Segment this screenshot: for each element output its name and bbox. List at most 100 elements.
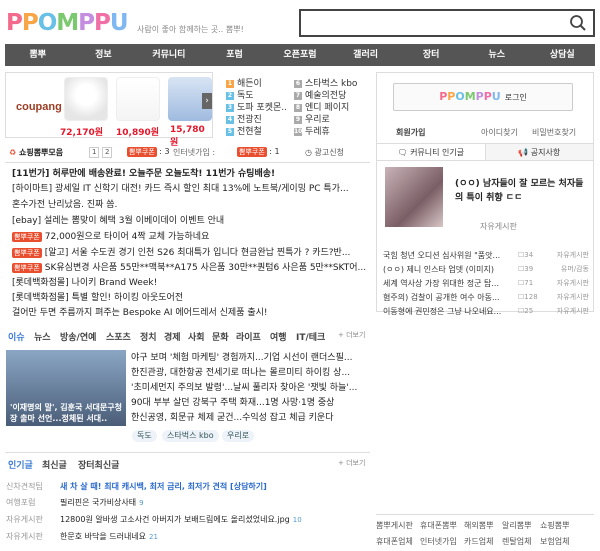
- search-icon[interactable]: [569, 14, 587, 32]
- news-image-caption: '이재명의 말', 김훈국 서대문구청장 출마 선언...정체된 서대..: [10, 403, 122, 423]
- tab-community-popular[interactable]: 🗨 커뮤니티 인기글: [377, 144, 486, 160]
- news-item[interactable]: 한진관광, 대한항공 전세기로 떠나는 몰르미티 하이킹 상...: [131, 367, 371, 380]
- find-password-link[interactable]: 비밀번호찾기: [532, 127, 576, 138]
- login-panel: PPOMPPU 로그인 회원가입 아이디찾기 비밀번호찾기 🗨 커뮤니티 인기글 …: [376, 72, 594, 316]
- shop-internet[interactable]: 인터넷가입 :: [173, 147, 215, 158]
- community-row[interactable]: 세계 역사상 가장 위대한 정군 탑... ☐71 자유게시판: [383, 277, 591, 290]
- search-input[interactable]: [301, 11, 561, 35]
- product-price: 72,170원: [60, 128, 104, 138]
- product-price: 10,890원: [116, 128, 160, 138]
- nav-item-news[interactable]: 뉴스: [464, 44, 530, 66]
- news-item[interactable]: 90대 부부 살던 강북구 주택 화재...1명 사망·1명 중상: [131, 397, 371, 410]
- deal-item[interactable]: [ebay] 설레는 뽐맞이 혜택 3월 이베이데이 이벤트 안내: [12, 215, 372, 228]
- deal-item[interactable]: [롯데백화점몰] 특별 할인! 하이킹 아웃도어전: [12, 292, 372, 305]
- deal-item[interactable]: [11번가] 허루만에 배송완료! 오늘주문 오늘도착! 11번가 슈팅배송!: [12, 168, 372, 181]
- bottom-link[interactable]: 휴대폰뽐뿌: [420, 520, 457, 531]
- keyword-link[interactable]: 5 전현철: [226, 124, 262, 137]
- news-more-link[interactable]: + 더보기: [338, 330, 365, 340]
- featured-post-image[interactable]: [385, 167, 443, 227]
- keyword-tag[interactable]: 독도: [132, 430, 157, 442]
- keyword-tag[interactable]: 스타벅스 kbo: [162, 430, 219, 442]
- deal-item[interactable]: 걸어만 두면 주름까지 펴주는 Bespoke AI 에어드레서 신제품 출시!: [12, 307, 372, 320]
- bottom-link[interactable]: 휴대폰업체: [376, 536, 413, 547]
- nav-item-ppomppu[interactable]: 뽐뿌: [5, 44, 71, 66]
- coupang-ad-banner[interactable]: coupang › 72,170원 10,890원 15,780원: [5, 72, 213, 148]
- community-tabs: 🗨 커뮤니티 인기글 📢 공지사항: [377, 143, 593, 161]
- bottom-link[interactable]: 보험업체: [540, 536, 569, 547]
- bottom-link[interactable]: 뽐뿌게시판: [376, 520, 413, 531]
- bottom-link[interactable]: 알리뽐뿌: [502, 520, 531, 531]
- logo-letter: P: [94, 10, 111, 36]
- tab-society[interactable]: 사회: [188, 330, 205, 343]
- tab-issue[interactable]: 이슈: [8, 330, 25, 343]
- nav-item-community[interactable]: 커뮤니티: [136, 44, 202, 66]
- news-item[interactable]: 야구 보며 '체험 마케팅' 경험까지...기업 시선이 랜더스필...: [131, 352, 371, 365]
- bottom-link[interactable]: 렌탈업체: [502, 536, 531, 547]
- bottom-link[interactable]: 해외뽐뿌: [464, 520, 493, 531]
- news-tabs: 이슈 뉴스 방송/연예 스포츠 정치 경제 사회 문화 라이프 여행 IT/테크…: [8, 330, 370, 344]
- tab-latest[interactable]: 최신글: [42, 458, 67, 471]
- shop-coupon-1[interactable]: 뽐뿌쿠폰 : 3: [127, 147, 170, 157]
- shop-collection-title[interactable]: ♻ 쇼핑뽐뿌모음: [9, 147, 63, 158]
- logo-letter: P: [6, 10, 23, 36]
- ad-apply-link[interactable]: ◷ 광고신청: [305, 147, 344, 158]
- deal-item[interactable]: 혼수가전 난리났음. 진짜 씀.: [12, 199, 372, 212]
- news-item[interactable]: 한신공영, 회문규 체제 굳건...수익성 잡고 체급 키운다: [131, 412, 371, 425]
- community-row[interactable]: 이동형에 권민정은 그냥 나오네요... ☐25 자유게시판: [383, 305, 591, 318]
- news-item[interactable]: '초미세먼지 주의보 발령'...날씨 풀리자 찾아온 '잿빛 하늘'...: [131, 382, 371, 395]
- product-camera-image[interactable]: [64, 77, 108, 121]
- search-box: [299, 9, 595, 37]
- tab-life[interactable]: 라이프: [236, 330, 261, 343]
- logo-letter: P: [78, 10, 95, 36]
- nav-item-market[interactable]: 장터: [398, 44, 464, 66]
- deal-item[interactable]: [롯데백화점몰] 나이키 Brand Week!: [12, 277, 372, 290]
- nav-item-counsel[interactable]: 상담실: [530, 44, 596, 66]
- keyword-tag[interactable]: 우리로: [222, 430, 255, 442]
- nav-item-gallery[interactable]: 갤러리: [333, 44, 399, 66]
- tab-notice[interactable]: 📢 공지사항: [485, 144, 593, 160]
- site-logo[interactable]: PPOMPPU: [6, 8, 129, 38]
- keyword-link[interactable]: 10 두레휴: [294, 124, 330, 137]
- page-1[interactable]: 1: [89, 147, 100, 158]
- bottom-link[interactable]: 인터넷가입: [420, 536, 457, 547]
- community-row[interactable]: 국힘 청년 오디션 심사위원 "품앗... ☐34 자유게시판: [383, 249, 591, 262]
- deal-item[interactable]: 뽐뿌쿠폰 [알고] 서울 수도권 경기 인천 S26 최대특가 입니다 현금완납 …: [12, 247, 372, 260]
- logo-letter: O: [37, 10, 58, 36]
- tab-popular[interactable]: 인기글: [8, 458, 33, 471]
- clock-icon: ◷: [305, 148, 312, 157]
- tab-politics[interactable]: 정치: [140, 330, 157, 343]
- bottom-link[interactable]: 쇼핑뽐뿌: [540, 520, 569, 531]
- nav-item-open-forum[interactable]: 오픈포럼: [267, 44, 333, 66]
- deal-item[interactable]: 뽐뿌쿠폰 SK유심변경 사은품 55만**맥북**A175 사은품 30만**퀀텀…: [12, 262, 372, 275]
- find-id-link[interactable]: 아이디찾기: [481, 127, 518, 138]
- shop-coupon-3[interactable]: 뽐뿌쿠폰 : 1: [237, 147, 280, 157]
- login-button[interactable]: PPOMPPU 로그인: [393, 83, 573, 111]
- hot-more-link[interactable]: + 더보기: [338, 458, 365, 468]
- main-nav: 뽐뿌 정보 커뮤니티 포럼 오픈포럼 갤러리 장터 뉴스 상담실: [5, 44, 595, 66]
- news-image[interactable]: '이재명의 말', 김훈국 서대문구청장 출마 선언...정체된 서대..: [6, 350, 126, 426]
- page-2[interactable]: 2: [102, 147, 113, 158]
- community-row[interactable]: (ㅇㅇ) 제니 인스타 업뎃 (이미지) ☐39 유머/감동: [383, 263, 591, 276]
- logo-letter: P: [21, 10, 39, 36]
- nav-item-forum[interactable]: 포럼: [202, 44, 268, 66]
- site-slogan: 사람이 좋아 함께하는 곳.. 뽐뿌!: [137, 25, 244, 34]
- featured-post-title[interactable]: (ㅇㅇ) 남자들이 잘 모르는 처자들의 특이 취향 ㄷㄷ: [455, 177, 585, 205]
- tab-travel[interactable]: 여행: [270, 330, 287, 343]
- nav-item-info[interactable]: 정보: [71, 44, 137, 66]
- deal-item[interactable]: [하이마트] 광세일 IT 신학기 대전! 카드 즉시 할인 최대 13%에 노…: [12, 183, 372, 196]
- tab-entertainment[interactable]: 방송/연예: [60, 330, 96, 343]
- tab-economy[interactable]: 경제: [164, 330, 181, 343]
- deal-item[interactable]: 뽐뿌쿠폰 72,000원으로 타이어 4짝 교체 가능하네요: [12, 231, 372, 244]
- bottom-link[interactable]: 카드업체: [464, 536, 493, 547]
- tab-it[interactable]: IT/테크: [296, 330, 325, 343]
- tab-culture[interactable]: 문화: [212, 330, 229, 343]
- featured-post-board: 자유게시판: [480, 222, 517, 231]
- community-row[interactable]: 혐주의) 검찰이 공개한 여수 아동... ☐128 자유게시판: [383, 291, 591, 304]
- chevron-right-icon[interactable]: ›: [202, 93, 212, 109]
- signup-link[interactable]: 회원가입: [396, 127, 425, 138]
- chat-icon: 🗨: [397, 148, 408, 157]
- product-diffuser-image[interactable]: [116, 77, 160, 121]
- tab-market-latest[interactable]: 장터최신글: [78, 458, 119, 471]
- tab-news[interactable]: 뉴스: [34, 330, 51, 343]
- tab-sports[interactable]: 스포츠: [106, 330, 131, 343]
